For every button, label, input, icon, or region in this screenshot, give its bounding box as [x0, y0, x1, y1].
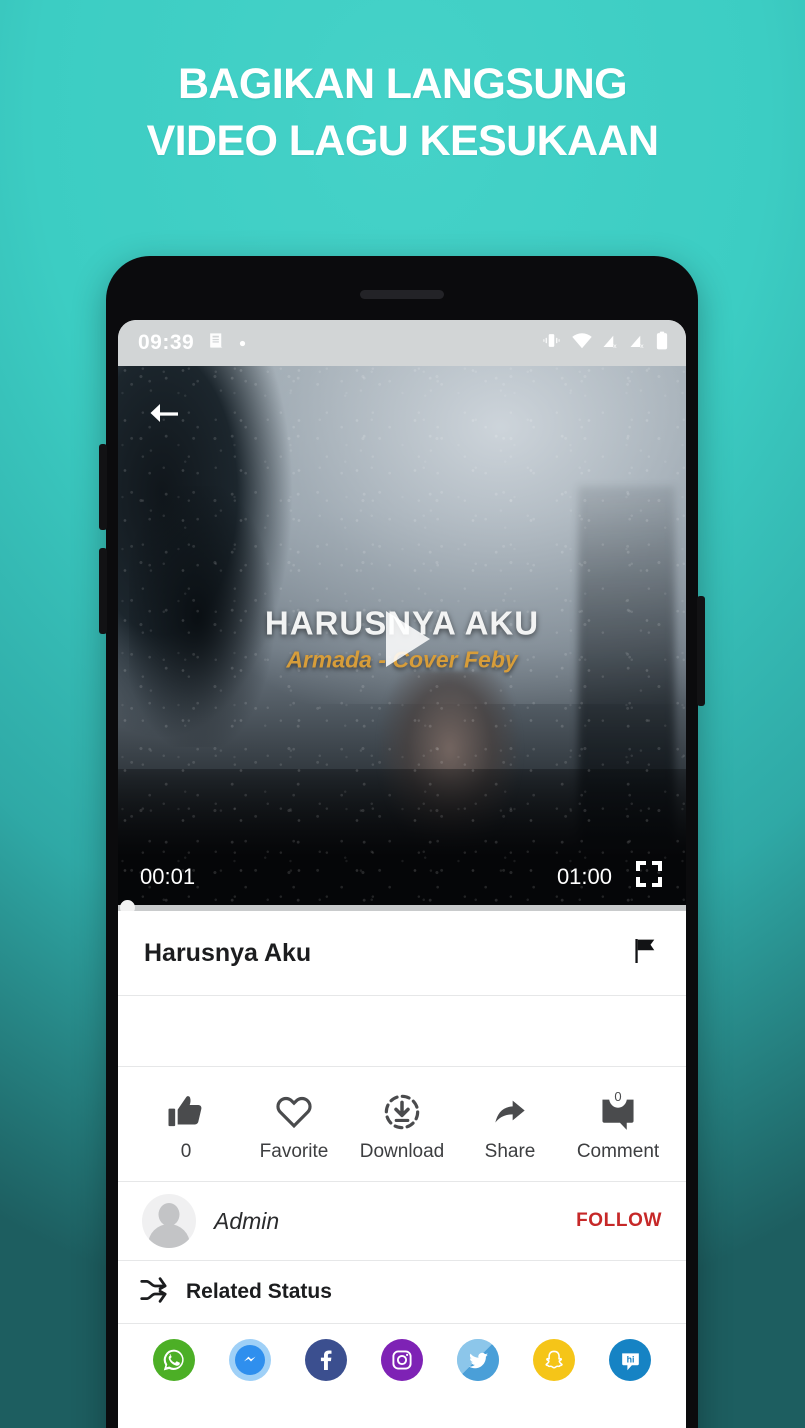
- like-count: 0: [180, 1140, 192, 1162]
- status-bar-clock: 09:39: [138, 331, 195, 354]
- wifi-icon: [571, 332, 593, 355]
- facebook-icon[interactable]: [305, 1339, 347, 1381]
- related-status-header: Related Status: [118, 1261, 686, 1324]
- power-button[interactable]: [697, 596, 705, 706]
- video-progress-bar[interactable]: [118, 900, 686, 911]
- thumbs-up-icon: [166, 1090, 206, 1132]
- svg-text:x: x: [613, 342, 617, 349]
- comment-button[interactable]: 0 Comment: [564, 1088, 672, 1163]
- headline-line-2: VIDEO LAGU KESUKAAN: [146, 117, 659, 166]
- svg-text:x: x: [640, 342, 644, 349]
- video-controls: 00:01 01:00: [118, 859, 686, 895]
- messenger-icon[interactable]: [229, 1339, 271, 1381]
- battery-icon: [656, 331, 668, 355]
- action-bar: 0 Favorite Download Share 0 Comment: [118, 1067, 686, 1182]
- progress-thumb[interactable]: [120, 900, 135, 911]
- share-icon: [490, 1090, 530, 1132]
- hike-icon[interactable]: hi: [609, 1339, 651, 1381]
- signal-no-sim-1-icon: x: [602, 332, 620, 355]
- video-player[interactable]: HARUSNYA AKU Armada - Cover Feby 00:01 0…: [118, 366, 686, 911]
- comment-label: Comment: [576, 1140, 660, 1162]
- heart-icon: [274, 1090, 314, 1132]
- uploader-name: Admin: [214, 1207, 280, 1234]
- video-duration: 01:00: [556, 864, 612, 889]
- volume-up-button[interactable]: [99, 444, 107, 530]
- download-label: Download: [359, 1140, 445, 1162]
- share-label: Share: [484, 1140, 536, 1162]
- earpiece-speaker: [360, 290, 444, 299]
- vibrate-icon: [541, 331, 562, 355]
- uploader-row: Admin FOLLOW: [118, 1182, 686, 1261]
- download-button[interactable]: Download: [348, 1090, 456, 1163]
- related-status-label: Related Status: [186, 1280, 332, 1303]
- comment-count-badge: 0: [614, 1088, 622, 1104]
- follow-button[interactable]: FOLLOW: [576, 1210, 662, 1232]
- headline-line-1: BAGIKAN LANGSUNG: [177, 60, 628, 108]
- whatsapp-icon[interactable]: [153, 1339, 195, 1381]
- twitter-icon[interactable]: [457, 1339, 499, 1381]
- status-bar: 09:39 x x: [118, 320, 686, 366]
- video-title-row: Harusnya Aku: [118, 911, 686, 996]
- phone-mockup: 09:39 x x HARUSNYA AKU Armada - Cover Fe…: [99, 256, 705, 1428]
- page-title: Harusnya Aku: [144, 938, 312, 967]
- promo-background: BAGIKAN LANGSUNG VIDEO LAGU KESUKAAN 09:…: [0, 0, 805, 1428]
- fullscreen-icon[interactable]: [634, 859, 664, 895]
- social-share-row: hi: [118, 1324, 686, 1396]
- status-bar-left: 09:39: [138, 331, 246, 355]
- dot-icon: [239, 334, 246, 352]
- promo-headline: BAGIKAN LANGSUNG VIDEO LAGU KESUKAAN: [0, 56, 805, 170]
- snapchat-icon[interactable]: [533, 1339, 575, 1381]
- favorite-button[interactable]: Favorite: [240, 1090, 348, 1163]
- play-icon[interactable]: [386, 610, 430, 667]
- comment-icon: 0: [598, 1088, 638, 1132]
- shuffle-icon: [140, 1276, 170, 1308]
- volume-down-button[interactable]: [99, 548, 107, 634]
- signal-no-sim-2-icon: x: [629, 332, 647, 355]
- status-bar-right: x x: [541, 331, 668, 355]
- like-button[interactable]: 0: [132, 1090, 240, 1163]
- ad-placeholder-row: [118, 996, 686, 1067]
- back-arrow-icon[interactable]: [146, 398, 182, 433]
- notification-news-icon: [207, 331, 226, 355]
- instagram-icon[interactable]: [381, 1339, 423, 1381]
- share-button[interactable]: Share: [456, 1090, 564, 1163]
- phone-screen: 09:39 x x HARUSNYA AKU Armada - Cover Fe…: [118, 320, 686, 1428]
- favorite-label: Favorite: [259, 1140, 329, 1162]
- svg-text:hi: hi: [626, 1354, 634, 1364]
- avatar-placeholder-icon: [142, 1194, 196, 1248]
- flag-icon[interactable]: [630, 936, 660, 971]
- video-current-time: 00:01: [140, 864, 196, 889]
- download-icon: [382, 1090, 422, 1132]
